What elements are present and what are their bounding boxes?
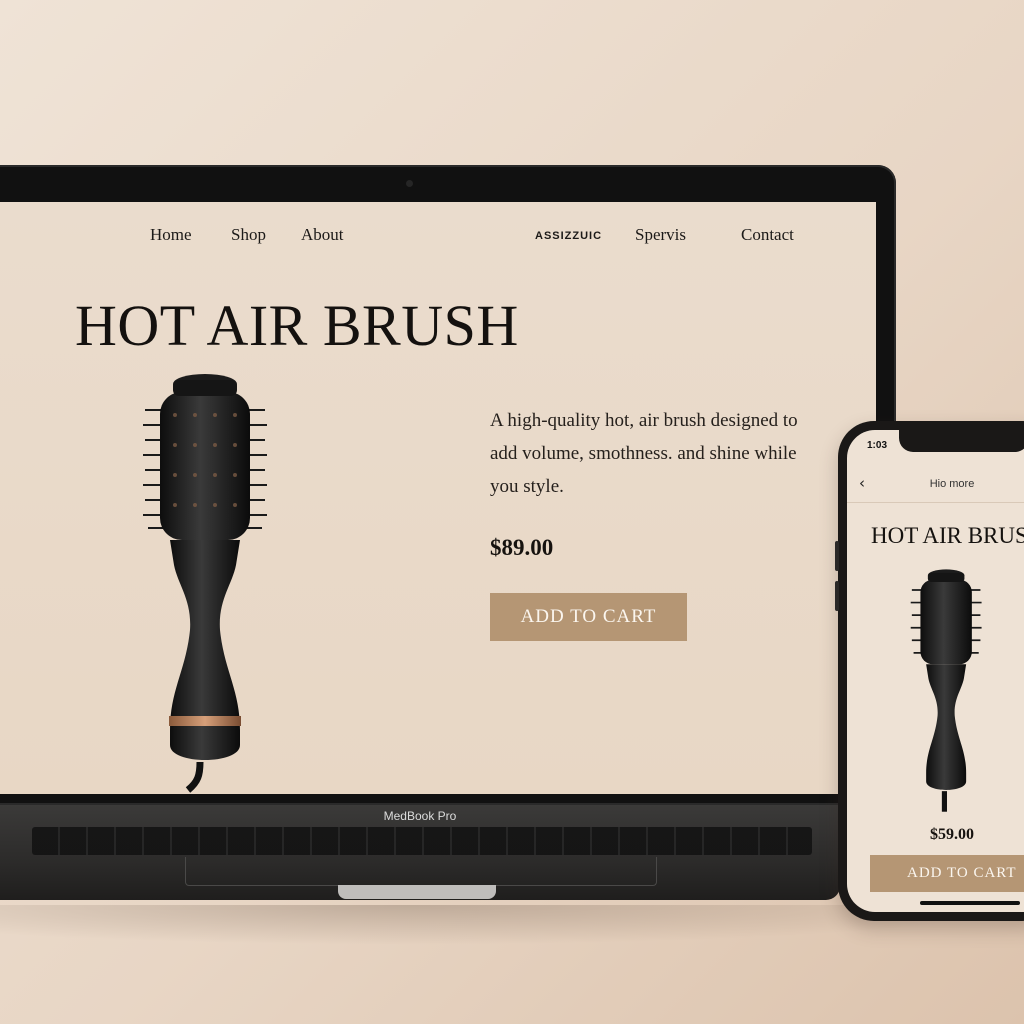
- nav-brand[interactable]: ASSIZZUIC: [535, 230, 602, 242]
- phone-add-to-cart-button[interactable]: ADD TO CART: [870, 855, 1024, 892]
- laptop-screen: Home Shop About ASSIZZUIC Spervis Contac…: [0, 202, 876, 794]
- laptop-model-label: MedBook Pro: [383, 809, 457, 823]
- hot-air-brush-image: [910, 569, 982, 812]
- phone-product-price: $59.00: [930, 826, 974, 843]
- laptop-base: MedBook Pro: [0, 805, 840, 900]
- hot-air-brush-image: [143, 374, 267, 793]
- nav-about[interactable]: About: [301, 225, 344, 245]
- webcam: [406, 180, 413, 187]
- divider: [847, 502, 1024, 503]
- add-to-cart-button[interactable]: ADD TO CART: [490, 593, 687, 641]
- phone-header-title: Hio more: [929, 478, 975, 490]
- nav-contact[interactable]: Contact: [741, 225, 794, 245]
- phone-page-title: HOT AIR BRUSH: [871, 523, 1024, 548]
- smartphone: 1:03 ‹ Hio more HOT AIR BRUSH $59.00 ADD…: [835, 421, 1024, 921]
- page-title: HOT AIR BRUSH: [75, 293, 519, 358]
- trackpad: [185, 857, 657, 886]
- volume-button: [835, 541, 839, 571]
- nav-home[interactable]: Home: [150, 225, 192, 245]
- volume-button: [835, 581, 839, 611]
- home-indicator: [920, 901, 1020, 905]
- keyboard: [32, 827, 812, 855]
- product-description: A high-quality hot, air brush designed t…: [490, 410, 798, 497]
- product-price: $89.00: [490, 535, 554, 560]
- status-time: 1:03: [867, 440, 888, 451]
- phone-notch: [899, 430, 1024, 452]
- phone-screen: 1:03 ‹ Hio more HOT AIR BRUSH $59.00 ADD…: [847, 430, 1024, 912]
- nav-shop[interactable]: Shop: [231, 225, 266, 245]
- laptop-lip-notch: [338, 885, 496, 899]
- nav-services[interactable]: Spervis: [635, 225, 686, 245]
